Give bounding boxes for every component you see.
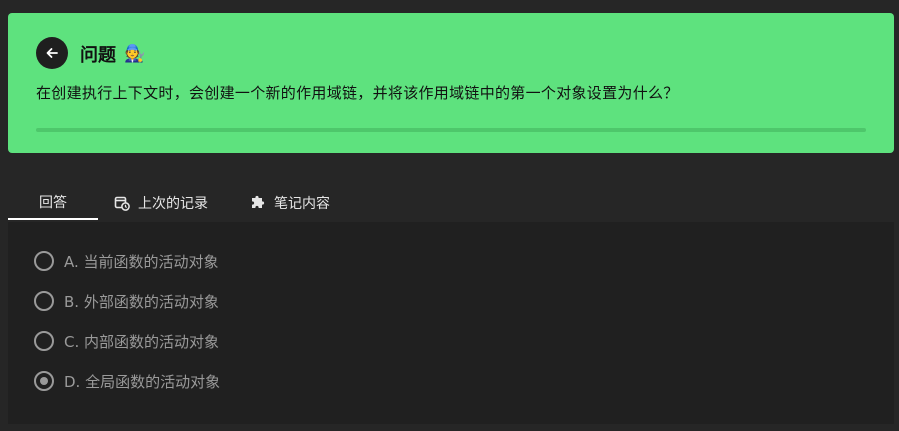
option-b[interactable]: B. 外部函数的活动对象	[34, 289, 219, 313]
puzzle-icon	[252, 195, 265, 208]
option-d-label: D. 全局函数的活动对象	[64, 372, 221, 391]
tab-answer-label: 回答	[39, 195, 67, 211]
mechanic-emoji-icon: 🧑‍🔧	[124, 44, 146, 64]
answer-panel: A. 当前函数的活动对象 B. 外部函数的活动对象 C. 内部函数的活动对象 D…	[8, 222, 894, 424]
option-a[interactable]: A. 当前函数的活动对象	[34, 249, 219, 273]
option-c-label: C. 内部函数的活动对象	[64, 332, 220, 351]
tab-notes-label: 笔记内容	[274, 196, 330, 212]
calendar-clock-icon	[114, 196, 130, 211]
progress-bar	[36, 128, 866, 132]
option-a-label: A. 当前函数的活动对象	[64, 252, 219, 271]
question-text: 在创建执行上下文时，会创建一个新的作用域链，并将该作用域链中的第一个对象设置为什…	[36, 84, 679, 102]
question-title: 问题 🧑‍🔧	[80, 41, 145, 67]
question-card: 问题 🧑‍🔧 在创建执行上下文时，会创建一个新的作用域链，并将该作用域链中的第一…	[8, 13, 894, 153]
option-c[interactable]: C. 内部函数的活动对象	[34, 329, 219, 353]
arrow-left-icon	[46, 48, 58, 58]
radio-unchecked-icon[interactable]	[34, 291, 54, 311]
radio-checked-icon[interactable]	[34, 371, 54, 391]
tab-last-record-label: 上次的记录	[138, 196, 208, 212]
option-d[interactable]: D. 全局函数的活动对象	[34, 369, 220, 393]
back-button[interactable]	[36, 37, 68, 69]
radio-unchecked-icon[interactable]	[34, 331, 54, 351]
question-title-text: 问题	[80, 45, 116, 66]
tab-answer[interactable]: 回答	[8, 186, 98, 220]
radio-unchecked-icon[interactable]	[34, 251, 54, 271]
tab-last-record[interactable]: 上次的记录	[114, 186, 208, 220]
tab-notes[interactable]: 笔记内容	[250, 186, 330, 220]
tab-bar: 回答 上次的记录 笔记内容	[8, 186, 894, 220]
option-b-label: B. 外部函数的活动对象	[64, 292, 219, 311]
